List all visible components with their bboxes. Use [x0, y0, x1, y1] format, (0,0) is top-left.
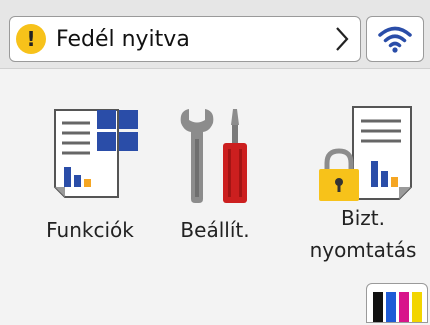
- status-message-text: Fedél nyitva: [56, 26, 190, 52]
- header-divider: [0, 68, 430, 69]
- menu-item-label-line2: nyomtatás: [309, 238, 417, 262]
- menu-item-label-line1: Bizt.: [341, 206, 385, 230]
- ink-yellow-bar: [411, 292, 422, 322]
- chevron-right-icon: [336, 27, 349, 51]
- ink-black-bar: [372, 292, 383, 322]
- wifi-button[interactable]: [366, 16, 424, 62]
- ink-levels-button[interactable]: [366, 283, 428, 323]
- status-message-button[interactable]: ! Fedél nyitva: [9, 16, 361, 62]
- secure-print-icon: [319, 106, 412, 201]
- settings-tools-icon: [180, 109, 247, 203]
- warning-icon: !: [16, 24, 46, 54]
- menu-item-label: Funkciók: [46, 218, 134, 242]
- menu-item-label: Beállít.: [180, 218, 250, 242]
- menu-item-secure-print[interactable]: Bizt. nyomtatás: [298, 105, 428, 263]
- menu-item-functions[interactable]: Funkciók: [30, 105, 150, 243]
- status-bar: ! Fedél nyitva: [0, 0, 430, 68]
- functions-icon: [54, 109, 138, 198]
- ink-magenta-bar: [398, 292, 409, 322]
- menu-item-settings[interactable]: Beállít.: [155, 105, 275, 243]
- wifi-icon: [378, 26, 412, 53]
- ink-cyan-bar: [385, 292, 396, 322]
